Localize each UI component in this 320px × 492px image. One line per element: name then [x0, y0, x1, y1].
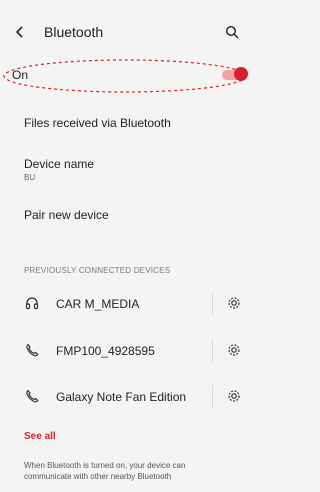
page-title: Bluetooth	[44, 24, 104, 40]
device-name: FMP100_4928595	[56, 344, 155, 358]
gear-icon[interactable]	[226, 295, 242, 311]
pair-new-device-item[interactable]: Pair new device	[24, 208, 109, 222]
files-received-item[interactable]: Files received via Bluetooth	[24, 116, 171, 130]
see-all-link[interactable]: See all	[24, 431, 56, 442]
bluetooth-on-label: On	[12, 68, 29, 82]
headphones-icon	[24, 295, 40, 311]
gear-icon[interactable]	[226, 388, 242, 404]
bluetooth-info-text: When Bluetooth is turned on, your device…	[24, 461, 186, 481]
chevron-left-icon[interactable]	[10, 22, 30, 42]
highlight-ellipse	[3, 59, 247, 93]
device-name-value: BU	[24, 173, 36, 182]
search-icon[interactable]	[222, 22, 242, 42]
divider	[212, 385, 213, 409]
toggle-knob[interactable]	[234, 67, 248, 81]
device-name: Galaxy Note Fan Edition	[56, 390, 187, 404]
phone-icon	[24, 342, 40, 358]
device-name: CAR M_MEDIA	[56, 297, 140, 311]
gear-icon[interactable]	[226, 342, 242, 358]
previous-devices-header: PREVIOUSLY CONNECTED DEVICES	[24, 266, 171, 275]
phone-icon	[24, 388, 40, 404]
divider	[212, 339, 213, 363]
divider	[212, 292, 213, 316]
device-name-label[interactable]: Device name	[24, 157, 94, 171]
app-bar: Bluetooth	[0, 0, 250, 64]
